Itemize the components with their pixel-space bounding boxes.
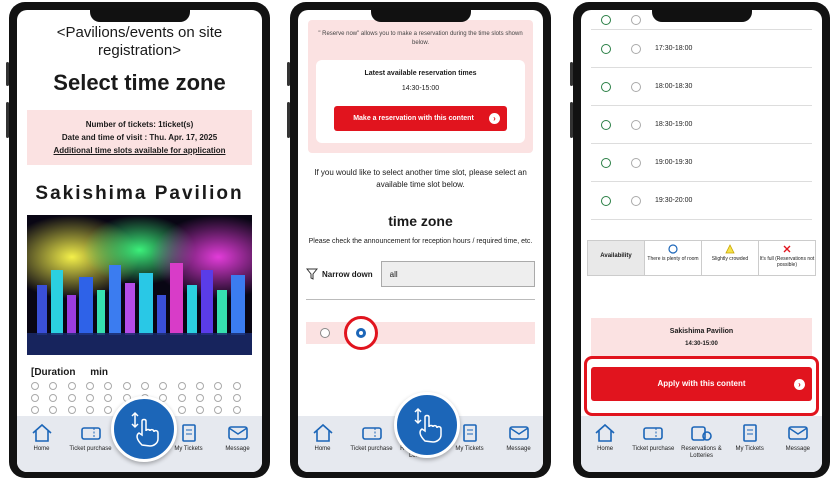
apply-button[interactable]: Apply with this content › [591,367,812,401]
time-slot-row[interactable]: 17:30-18:00 [591,30,812,68]
page-title: Select time zone [53,70,226,95]
time-slot-radio[interactable] [631,119,641,130]
additional-slots-link[interactable]: Additional time slots available for appl… [33,144,246,157]
time-slot-row[interactable]: 19:30-20:00 [591,182,812,220]
time-slot-row[interactable]: 18:00-18:30 [591,68,812,106]
latest-time: 14:30-15:00 [401,85,440,92]
legend-availability: Availability [588,241,644,275]
nav-message[interactable]: Message [215,422,261,453]
nav-ticket-purchase[interactable]: Ticket purchase [68,422,114,453]
triangle-icon [725,244,735,254]
home-icon [595,423,615,442]
ticket-count: Number of tickets: 1ticket(s) [85,120,194,129]
nav-my-tickets[interactable]: My Tickets [727,422,773,453]
chevron-right-icon: › [489,113,500,124]
nav-home[interactable]: Home [582,422,628,453]
ticket-icon [361,427,382,440]
cross-icon [783,245,791,253]
tutorial-stage: <Pavilions/events on site registration> … [0,0,835,481]
visit-date: Date and time of visit : Thu. Apr. 17, 2… [61,133,218,142]
message-icon [227,426,248,440]
my-tickets-icon [181,424,196,442]
tap-hand-button[interactable] [111,396,177,462]
home-icon [31,423,52,442]
summary-pavilion: Sakishima Pavilion [669,328,734,335]
available-icon [601,81,611,92]
available-icon [601,43,611,54]
home-icon [312,423,333,442]
narrow-down-select[interactable]: all [380,261,535,287]
narrow-down-label: Narrow down [322,269,373,279]
time-slot-row-partial[interactable] [591,10,812,30]
pavilion-image [27,215,252,355]
my-tickets-icon [742,424,757,442]
available-icon [601,195,611,206]
reserve-now-box: " Reserve now" allows you to make a rese… [308,20,533,153]
time-slot-radio[interactable] [631,157,641,168]
nav-home[interactable]: Home [19,422,65,453]
legend-plenty: There is plenty of room [644,241,701,275]
time-slot-row[interactable]: 19:00-19:30 [591,144,812,182]
screen-apply: 17:30-18:00 18:00-18:30 18:30-19:00 19:0… [581,10,822,472]
my-tickets-icon [462,424,477,442]
nav-message[interactable]: Message [496,422,542,453]
hand-icon [131,411,159,447]
time-slot-radio[interactable] [631,195,641,206]
ticket-icon [80,427,101,440]
message-icon [788,426,808,440]
legend-full: It's full (Reservations not possible) [758,241,815,275]
announcement-note: Please check the announcement for recept… [308,238,533,245]
nav-message[interactable]: Message [775,422,821,453]
available-icon [601,119,611,130]
page-heading: <Pavilions/events on site registration> [56,24,223,59]
summary-time: 14:30-15:00 [685,341,718,347]
phone-3: 17:30-18:00 18:00-18:30 18:30-19:00 19:0… [570,2,830,478]
tap-hand-button[interactable] [394,392,460,458]
status-radio [320,328,330,338]
nav-ticket-purchase[interactable]: Ticket purchase [630,422,676,453]
screen-reservation: " Reserve now" allows you to make a rese… [298,10,543,472]
time-slot-row[interactable]: 18:30-19:00 [591,106,812,144]
phone-1: <Pavilions/events on site registration> … [6,2,270,478]
availability-legend: Availability There is plenty of room Sli… [587,240,816,276]
pavilion-name: Sakishima Pavilion [35,183,244,204]
make-reservation-button[interactable]: Make a reservation with this content › [334,106,507,131]
other-slot-text: If you would like to select another time… [314,168,527,189]
bottom-nav: Home Ticket purchase Reservations & Lott… [581,416,822,472]
message-icon [508,426,529,440]
apply-highlight: Apply with this content › [584,356,819,416]
time-slot-radio[interactable] [631,81,641,92]
reservation-icon [691,426,713,441]
ticket-icon [643,427,664,440]
latest-times-label: Latest available reservation times [364,70,477,77]
legend-crowded: Slightly crowded [701,241,758,275]
time-slot-row[interactable] [306,316,535,350]
narrow-down-filter: Narrow down all [306,261,535,287]
duration-label: [Duration min [31,367,109,378]
nav-home[interactable]: Home [300,422,346,453]
time-slot-radio[interactable] [631,43,641,54]
available-icon [601,157,611,168]
latest-times-card: Latest available reservation times 14:30… [316,60,525,143]
time-slot-radio[interactable] [356,328,366,338]
nav-ticket-purchase[interactable]: Ticket purchase [349,422,395,453]
chevron-right-icon: › [794,378,805,390]
reserve-now-note: " Reserve now" allows you to make a rese… [318,31,523,46]
screen-select-time-zone: <Pavilions/events on site registration> … [17,10,262,472]
nav-reservations[interactable]: Reservations & Lotteries [678,422,724,460]
filter-icon [306,268,318,280]
ticket-info-box: Number of tickets: 1ticket(s) Date and t… [27,110,252,165]
time-zone-title: time zone [388,213,453,229]
phone-2: " Reserve now" allows you to make a rese… [287,2,551,478]
circle-icon [668,244,678,254]
hand-icon [414,407,442,443]
